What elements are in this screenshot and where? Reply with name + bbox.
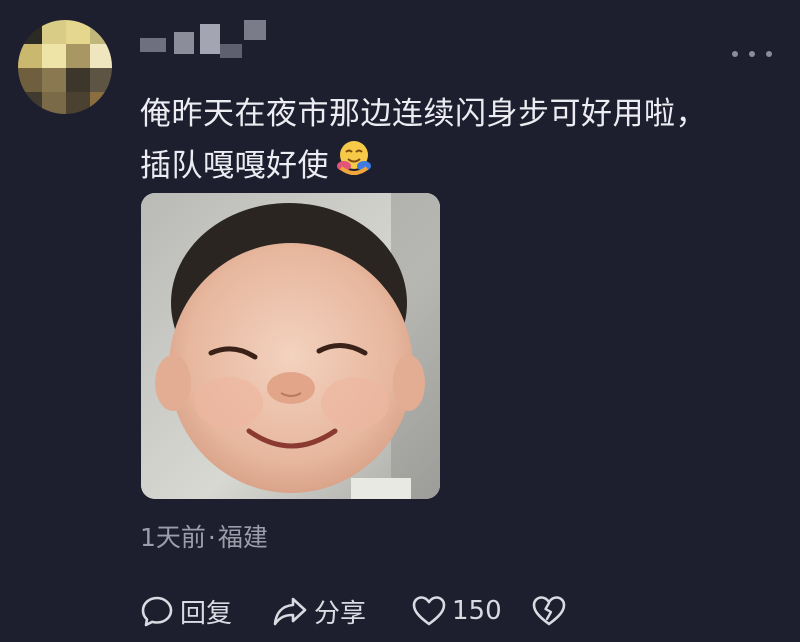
comment-line-2: 插队嘎嘎好使 (140, 148, 329, 184)
meta-separator: · (207, 523, 216, 552)
more-dot (766, 51, 772, 57)
hug-emoji-icon (335, 138, 373, 192)
comment-text: 俺昨天在夜市那边连续闪身步可好用啦， 插队嘎嘎好使 (140, 88, 770, 195)
dislike-button[interactable] (532, 595, 566, 627)
comment-meta: 1天前·福建 (140, 518, 268, 554)
more-dot (749, 51, 755, 57)
comment-location: 福建 (217, 523, 268, 552)
more-dot (732, 51, 738, 57)
like-count: 150 (452, 596, 502, 626)
action-bar: 回复 分享 150 (140, 588, 566, 634)
share-label: 分享 (314, 598, 367, 629)
share-button[interactable]: 分享 (272, 593, 412, 630)
broken-heart-icon (532, 595, 566, 627)
comment-card: 俺昨天在夜市那边连续闪身步可好用啦， 插队嘎嘎好使 1天前·福建 回复 分享 1… (0, 0, 800, 642)
avatar[interactable] (18, 20, 112, 114)
username-obscured[interactable] (140, 18, 280, 60)
comment-line-1: 俺昨天在夜市那边连续闪身步可好用啦， (140, 96, 707, 132)
comment-image[interactable] (141, 193, 440, 499)
reply-button[interactable]: 回复 (140, 593, 272, 630)
reply-label: 回复 (180, 598, 233, 629)
heart-icon (412, 595, 446, 627)
more-options-button[interactable] (732, 44, 772, 64)
share-arrow-icon (272, 594, 308, 628)
comment-time: 1天前 (140, 523, 206, 552)
comment-bubble-icon (140, 594, 174, 628)
like-button[interactable]: 150 (412, 595, 532, 627)
